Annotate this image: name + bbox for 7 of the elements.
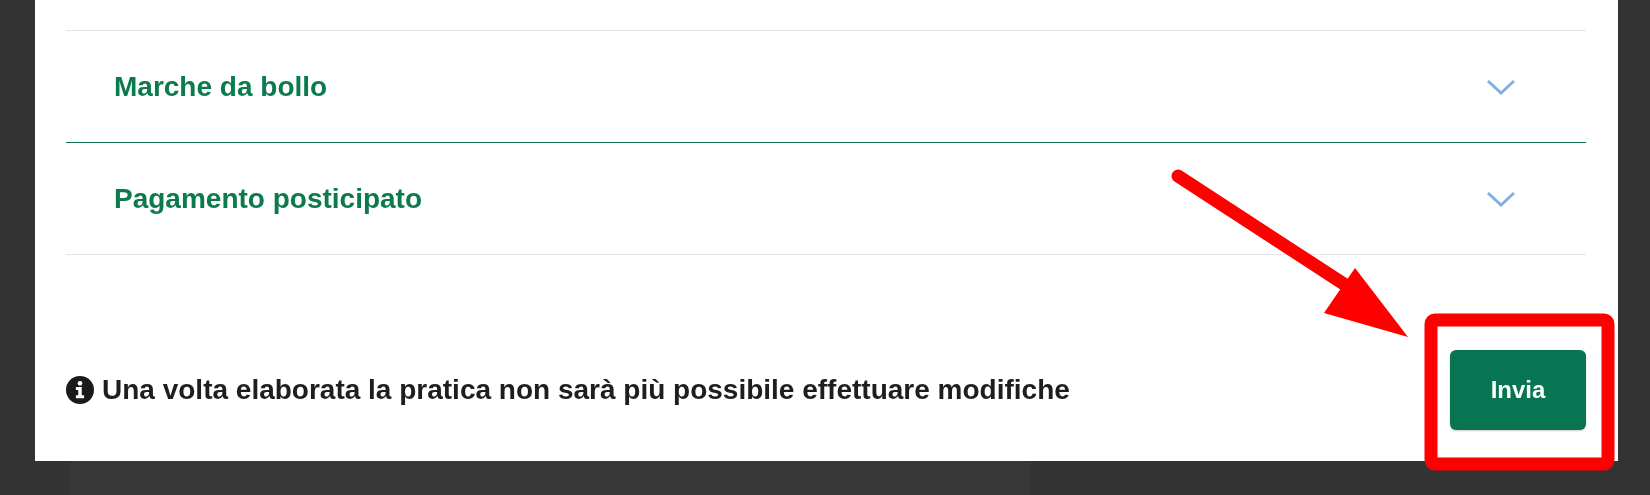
accordion-item[interactable]: Pagamento posticipato xyxy=(66,143,1586,255)
submit-button[interactable]: Invia xyxy=(1450,350,1586,430)
accordion-item[interactable]: Marche da bollo xyxy=(66,31,1586,143)
info-icon xyxy=(66,376,94,404)
chevron-down-icon xyxy=(1486,190,1516,207)
notice-text: Una volta elaborata la pratica non sarà più possibile effettuare modifiche xyxy=(102,374,1070,406)
chevron-down-icon xyxy=(1486,78,1516,95)
